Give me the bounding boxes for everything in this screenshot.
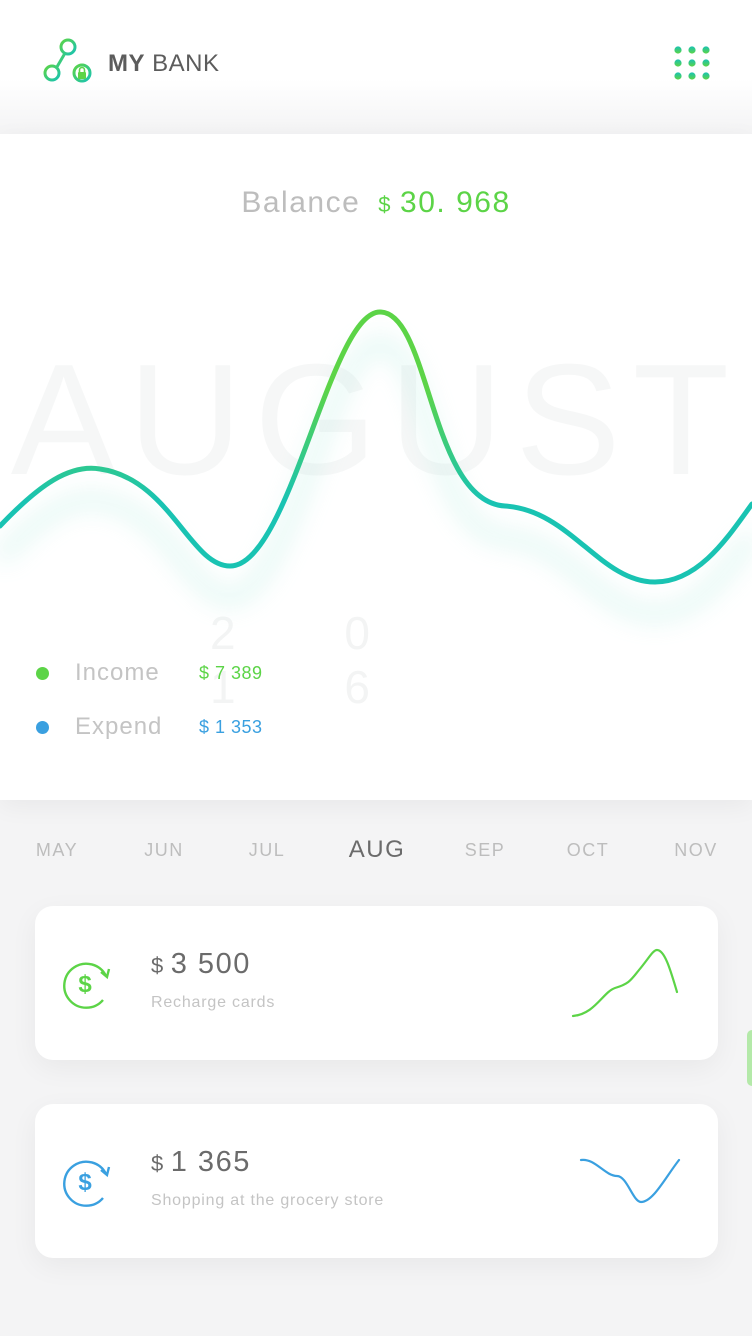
income-dot [36,666,49,680]
wave-glow [0,336,752,622]
legend-expend: Expend $ 1 353 [36,712,263,742]
income-value: $ 7 389 [199,662,263,683]
transaction-card[interactable]: $ $1 365 Shopping at the grocery store [35,1104,718,1258]
expend-value: $ 1 353 [199,716,263,737]
month-nov[interactable]: NOV [674,840,718,861]
logo-icon [43,38,92,83]
month-jun[interactable]: JUN [144,840,184,861]
balance-wave-chart [0,309,752,622]
app-title: MY BANK [108,50,220,77]
transaction-description: Shopping at the grocery store [151,1192,385,1209]
income-label: Income [75,659,160,686]
balance-chart-card: AUGUST 2 0 1 6 Balance $30. 968 Income $ … [0,134,752,800]
wave-line [0,309,752,585]
transaction-sparkline [571,948,679,1018]
transaction-amount: $1 365 [151,1146,251,1178]
transaction-sparkline [579,1158,681,1204]
expend-label: Expend [75,713,163,740]
legend-income: Income $ 7 389 [36,658,263,688]
expend-dot [36,720,49,734]
app-header: MY BANK [0,0,752,132]
month-sep[interactable]: SEP [465,840,506,861]
month-may[interactable]: MAY [36,840,78,861]
transaction-description: Recharge cards [151,994,276,1011]
svg-text:$: $ [78,971,92,998]
dollar-refresh-icon: $ [63,962,111,1009]
month-jul[interactable]: JUL [249,840,286,861]
month-aug[interactable]: AUG [349,836,406,864]
svg-text:$: $ [78,1169,92,1196]
month-selector: MAY JUN JUL AUG SEP OCT NOV [0,836,752,874]
grid-menu-icon[interactable] [672,44,712,84]
dollar-refresh-icon: $ [63,1160,111,1207]
month-oct[interactable]: OCT [567,840,610,861]
side-pull-tab[interactable] [747,1030,752,1086]
transaction-card[interactable]: $ $3 500 Recharge cards [35,906,718,1060]
transaction-amount: $3 500 [151,948,251,980]
